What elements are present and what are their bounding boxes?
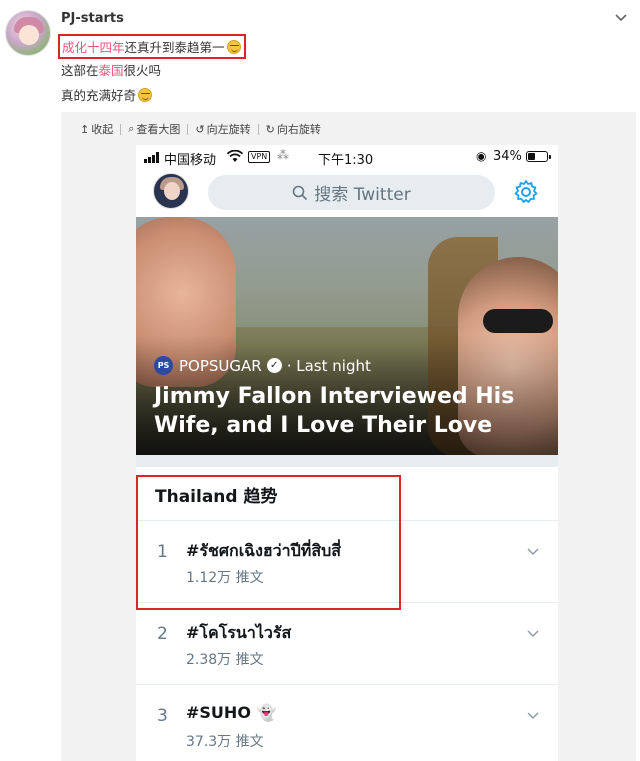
divider bbox=[136, 602, 558, 603]
publisher-logo-icon: PS bbox=[154, 356, 173, 375]
rotation-lock-icon: ◉ bbox=[476, 149, 487, 163]
battery-percent: 34% bbox=[493, 149, 522, 164]
trend-rank: 1 bbox=[157, 542, 168, 562]
section-gap bbox=[136, 455, 558, 467]
user-avatar[interactable] bbox=[5, 10, 51, 56]
search-placeholder: 搜索 Twitter bbox=[314, 185, 411, 205]
trend-name: #โคโรนาไวรัส bbox=[186, 623, 292, 642]
trend-count: 1.12万 推文 bbox=[186, 570, 264, 586]
rotate-right-icon: ↻ bbox=[265, 122, 275, 136]
post-text-line1: 成化十四年还真升到泰趋第一 bbox=[58, 34, 246, 59]
publisher-row: PS POPSUGAR ✓ · Last night bbox=[154, 356, 371, 375]
collapse-button[interactable]: ↥ 收起 bbox=[80, 121, 113, 137]
trend-rank: 2 bbox=[157, 624, 168, 644]
laugh-emoji-icon bbox=[138, 88, 153, 102]
username[interactable]: PJ-starts bbox=[61, 11, 124, 26]
view-large-button[interactable]: ⌕ 查看大图 bbox=[128, 121, 180, 137]
laugh-emoji-icon bbox=[226, 40, 241, 54]
line2-highlight: 泰国 bbox=[98, 63, 124, 78]
divider bbox=[136, 520, 558, 521]
divider bbox=[187, 123, 189, 135]
news-card[interactable]: PS POPSUGAR ✓ · Last night Jimmy Fallon … bbox=[136, 217, 558, 455]
avatar-face bbox=[19, 25, 39, 45]
trend-count: 37.3万 推文 bbox=[186, 734, 264, 750]
chevron-down-icon[interactable] bbox=[614, 10, 628, 24]
verified-check-icon: ✓ bbox=[266, 358, 282, 373]
twitter-avatar[interactable] bbox=[153, 173, 189, 209]
rotate-right-button[interactable]: ↻ 向右旋转 bbox=[266, 121, 321, 137]
trend-name: #รัชศกเฉิงฮว่าปีที่สิบสี่ bbox=[186, 541, 342, 560]
search-icon bbox=[292, 185, 308, 200]
publish-time: · Last night bbox=[286, 356, 371, 375]
battery-icon bbox=[526, 151, 551, 162]
news-headline: Jimmy Fallon Interviewed His Wife, and I… bbox=[154, 384, 515, 438]
status-time: 下午1:30 bbox=[318, 153, 374, 168]
gear-icon[interactable] bbox=[513, 179, 539, 205]
trend-rank: 3 bbox=[157, 706, 168, 726]
rotate-left-button[interactable]: ↺ 向左旋转 bbox=[195, 121, 250, 137]
publisher-name: POPSUGAR bbox=[179, 356, 262, 375]
line1-rest: 还真升到泰趋第一 bbox=[124, 40, 225, 55]
collapse-icon: ↥ bbox=[80, 122, 90, 136]
viewer-toolbar: ↥ 收起 ⌕ 查看大图 ↺ 向左旋转 ↻ 向右旋转 bbox=[80, 121, 321, 137]
chevron-down-icon[interactable] bbox=[526, 626, 540, 640]
line2-before: 这部在 bbox=[61, 63, 99, 78]
highlight-text: 成化十四年 bbox=[62, 40, 125, 55]
chevron-down-icon[interactable] bbox=[526, 708, 540, 722]
phone-screenshot: 中国移动 VPN ⁂ 下午1:30 ◉ 34% 搜索 Twitter PS PO… bbox=[136, 145, 558, 761]
trend-count: 2.38万 推文 bbox=[186, 652, 264, 668]
trend-name: #SUHO 👻 bbox=[186, 703, 277, 722]
status-bar: 中国移动 VPN ⁂ 下午1:30 ◉ 34% bbox=[136, 145, 558, 169]
loading-icon: ⁂ bbox=[277, 148, 289, 162]
twitter-avatar-face bbox=[164, 182, 180, 200]
trend-item[interactable]: 3 #SUHO 👻 37.3万 推文 bbox=[136, 686, 558, 761]
post-text-line3: 真的充满好奇 bbox=[61, 85, 153, 104]
signal-icon bbox=[144, 152, 159, 163]
post-text-line2: 这部在泰国很火吗 bbox=[61, 60, 161, 79]
hero-sunglasses bbox=[483, 309, 553, 333]
line3-text: 真的充满好奇 bbox=[61, 88, 137, 103]
rotate-left-icon: ↺ bbox=[195, 122, 205, 136]
trend-item[interactable]: 1 #รัชศกเฉิงฮว่าปีที่สิบสี่ 1.12万 推文 bbox=[136, 522, 558, 602]
wifi-icon bbox=[227, 150, 243, 162]
carrier-label: 中国移动 bbox=[164, 153, 217, 168]
vpn-badge: VPN bbox=[248, 151, 271, 163]
divider bbox=[257, 123, 259, 135]
trend-item[interactable]: 2 #โคโรนาไวรัส 2.38万 推文 bbox=[136, 604, 558, 684]
trends-title: Thailand 趋势 bbox=[155, 487, 278, 507]
chevron-down-icon[interactable] bbox=[526, 544, 540, 558]
line2-after: 很火吗 bbox=[123, 63, 162, 78]
divider bbox=[120, 123, 122, 135]
search-input[interactable]: 搜索 Twitter bbox=[208, 175, 495, 210]
highlight-box: 成化十四年还真升到泰趋第一 bbox=[58, 34, 246, 59]
search-icon: ⌕ bbox=[128, 122, 135, 135]
divider bbox=[136, 684, 558, 685]
